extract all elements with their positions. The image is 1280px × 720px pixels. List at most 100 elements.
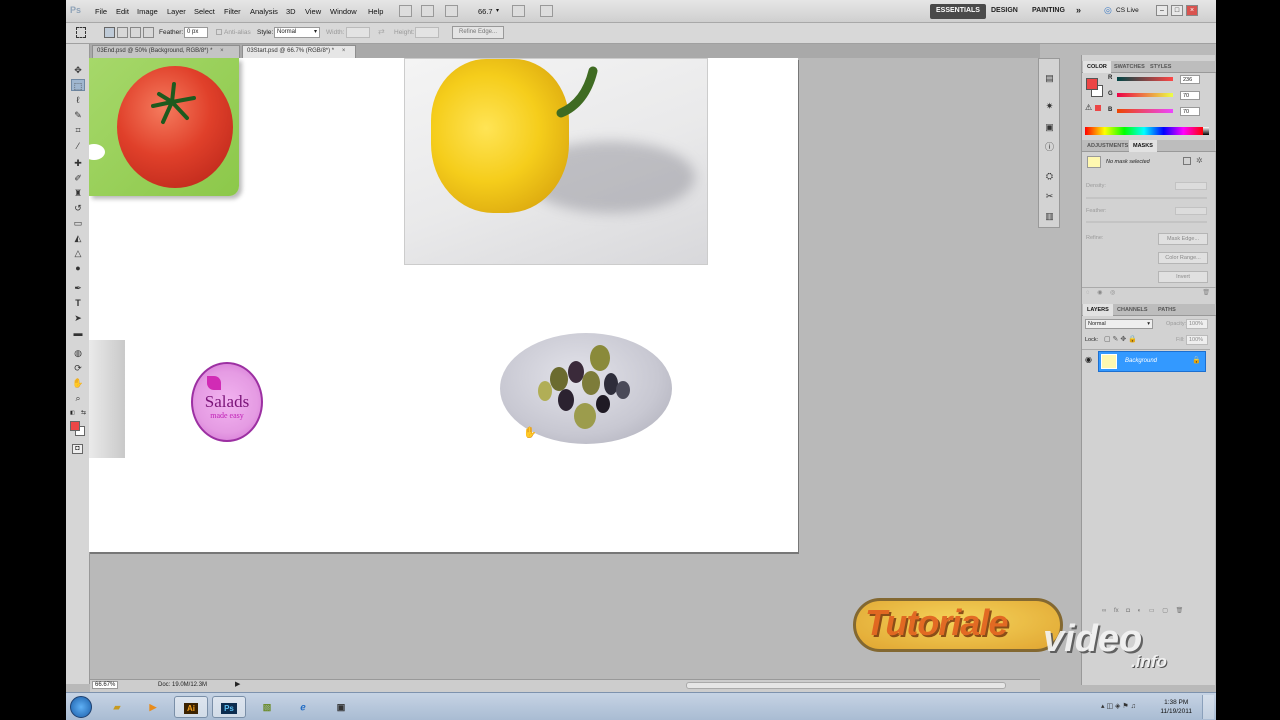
maximize-button[interactable]: □ (1171, 5, 1183, 16)
lock-icons[interactable]: ▢ ✎ ✥ 🔒 (1104, 335, 1137, 343)
g-input[interactable]: 70 (1180, 91, 1200, 100)
history-brush-tool-icon[interactable]: ↺ (71, 202, 85, 214)
menu-help[interactable]: Help (368, 7, 383, 16)
width-input[interactable] (346, 27, 370, 38)
3d-orbit-tool-icon[interactable]: ⟳ (71, 362, 85, 374)
workspace-essentials[interactable]: ESSENTIALS (930, 4, 986, 19)
tab-color[interactable]: COLOR (1083, 61, 1111, 73)
blur-tool-icon[interactable]: △ (71, 247, 85, 259)
swap-colors-icon[interactable]: ⇆ (81, 409, 86, 416)
hand-tool-icon[interactable]: ✋ (71, 377, 85, 389)
tab-layers[interactable]: LAYERS (1083, 304, 1113, 316)
g-slider[interactable] (1117, 93, 1173, 97)
intersect-selection-icon[interactable] (143, 27, 154, 38)
style-select[interactable]: Normal ▾ (274, 27, 320, 38)
tab-swatches[interactable]: SWATCHES (1110, 61, 1149, 73)
mini-bridge-icon[interactable] (421, 5, 434, 17)
workspace-design[interactable]: DESIGN (985, 4, 1024, 19)
subtract-selection-icon[interactable] (130, 27, 141, 38)
info-icon[interactable]: ⓘ (1044, 142, 1055, 153)
zoom-field[interactable]: 66.67% (92, 681, 119, 689)
density-slider[interactable] (1086, 197, 1207, 199)
pixel-mask-icon[interactable] (1183, 157, 1191, 165)
tab-styles[interactable]: STYLES (1146, 61, 1175, 73)
arrange-documents-icon[interactable] (512, 5, 525, 17)
add-selection-icon[interactable] (117, 27, 128, 38)
system-clock[interactable]: 1:38 PM 11/19/2011 (1160, 698, 1192, 716)
tab-masks[interactable]: MASKS (1129, 140, 1157, 152)
tool-presets-icon[interactable]: ✂ (1044, 191, 1055, 202)
minimize-button[interactable]: – (1156, 5, 1168, 16)
media-player-icon[interactable]: ▶ (136, 696, 170, 718)
paint-bucket-tool-icon[interactable]: ◭ (71, 232, 85, 244)
vector-mask-icon[interactable]: ✲ (1196, 156, 1203, 165)
refine-edge-button[interactable]: Refine Edge... (452, 26, 505, 39)
b-slider[interactable] (1117, 109, 1173, 113)
close-button[interactable]: × (1186, 5, 1198, 16)
histogram-icon[interactable]: ▤ (1044, 73, 1055, 84)
start-button[interactable] (70, 696, 92, 718)
lasso-tool-icon[interactable]: ℓ (71, 94, 85, 106)
explorer-icon[interactable]: ▰ (100, 696, 134, 718)
tab-03start[interactable]: 03Start.psd @ 66.7% (RGB/8*) * × (242, 45, 356, 58)
color-ramp-bw[interactable] (1203, 127, 1209, 135)
move-tool-icon[interactable]: ✥ (71, 64, 85, 76)
delete-layer-icon[interactable]: 🗑 (1176, 608, 1184, 614)
more-workspaces-icon[interactable]: » (1070, 4, 1087, 19)
tab-03end[interactable]: 03End.psd @ 50% (Background, RGB/8*) * × (92, 45, 240, 58)
dodge-tool-icon[interactable]: ● (71, 262, 85, 274)
menu-view[interactable]: View (305, 7, 321, 16)
menu-filter[interactable]: Filter (224, 7, 241, 16)
cs-live-button[interactable]: CS Live (1116, 7, 1139, 14)
zoom-tool-icon[interactable]: ⌕ (71, 392, 85, 404)
delete-mask-icon[interactable]: 🗑 (1202, 289, 1210, 296)
bridge-icon[interactable]: ▧ (250, 696, 284, 718)
photoshop-taskbar-button[interactable]: Ps (212, 696, 246, 718)
swap-dimensions-icon[interactable]: ⇄ (378, 27, 385, 36)
color-ramp[interactable] (1085, 127, 1203, 135)
menu-file[interactable]: File (95, 7, 107, 16)
menu-select[interactable]: Select (194, 7, 215, 16)
feather-input[interactable]: 0 px (184, 27, 208, 38)
feather-input[interactable] (1175, 207, 1207, 215)
zoom-level-dropdown[interactable]: 66.7 (478, 7, 493, 16)
opacity-input[interactable]: 100% (1186, 319, 1208, 329)
show-desktop-button[interactable] (1202, 695, 1214, 719)
quick-selection-tool-icon[interactable]: ✎ (71, 109, 85, 121)
path-selection-tool-icon[interactable]: ➤ (71, 312, 85, 324)
fill-input[interactable]: 100% (1186, 335, 1208, 345)
menu-image[interactable]: Image (137, 7, 158, 16)
disable-mask-icon[interactable]: ◎ (1110, 290, 1115, 296)
3d-rotate-tool-icon[interactable]: ◍ (71, 347, 85, 359)
status-menu-arrow-icon[interactable]: ▶ (235, 680, 240, 688)
menu-edit[interactable]: Edit (116, 7, 129, 16)
invert-button[interactable]: Invert (1158, 271, 1208, 283)
tab-adjustments[interactable]: ADJUSTMENTS (1083, 140, 1132, 152)
blend-mode-select[interactable]: Normal ▾ (1085, 319, 1153, 329)
character-icon[interactable]: ⛭ (1044, 171, 1055, 182)
tab-paths[interactable]: PATHS (1154, 304, 1180, 316)
feather-slider[interactable] (1086, 221, 1207, 223)
clone-source-icon[interactable]: ▣ (1044, 122, 1055, 133)
menu-window[interactable]: Window (330, 7, 357, 16)
camtasia-icon[interactable]: ▣ (324, 696, 358, 718)
layer-row-background[interactable]: Background 🔒 (1098, 351, 1206, 372)
eyedropper-tool-icon[interactable]: ⁄ (71, 140, 85, 152)
default-colors-icon[interactable]: ◧ (70, 410, 75, 416)
document-canvas[interactable]: Salads made easy ✋ (89, 58, 798, 552)
menu-analysis[interactable]: Analysis (250, 7, 278, 16)
r-slider[interactable] (1117, 77, 1173, 81)
type-tool-icon[interactable]: T (71, 297, 85, 309)
height-input[interactable] (415, 27, 439, 38)
screen-mode-icon[interactable] (540, 5, 553, 17)
menu-3d[interactable]: 3D (286, 7, 296, 16)
view-extras-icon[interactable] (445, 5, 458, 17)
quick-mask-icon[interactable]: ◘ (72, 444, 83, 454)
marquee-preset-icon[interactable] (76, 27, 86, 38)
illustrator-taskbar-button[interactable]: Ai (174, 696, 208, 718)
brush-presets-icon[interactable]: ✷ (1044, 101, 1055, 112)
spot-healing-tool-icon[interactable]: ✚ (71, 157, 85, 169)
mask-edge-button[interactable]: Mask Edge... (1158, 233, 1208, 245)
tray-icons[interactable]: ▴ ◫ ◈ ⚑ ♫ (1101, 702, 1136, 710)
antialias-checkbox[interactable] (216, 29, 222, 35)
